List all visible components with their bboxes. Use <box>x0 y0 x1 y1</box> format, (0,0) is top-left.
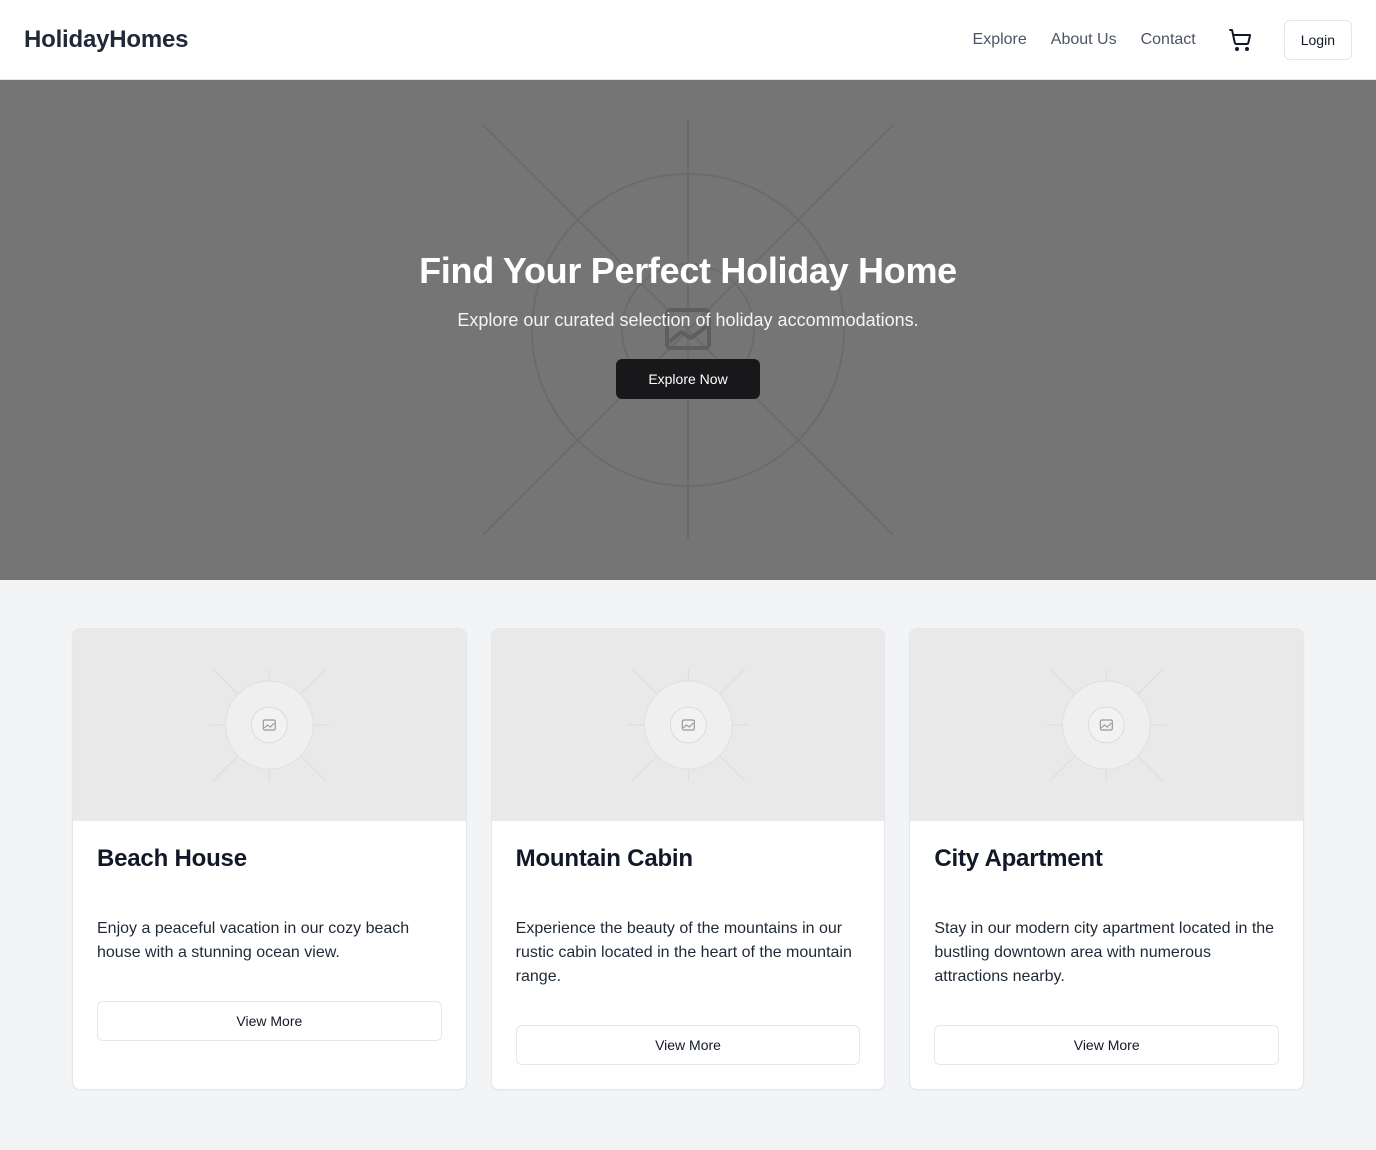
nav-link-contact[interactable]: Contact <box>1141 31 1196 49</box>
main-nav: Explore About Us Contact Login <box>973 19 1352 60</box>
card-description: Experience the beauty of the mountains i… <box>515 920 852 985</box>
card-description: Enjoy a peaceful vacation in our cozy be… <box>97 920 410 961</box>
view-more-button[interactable]: View More <box>97 1001 442 1041</box>
image-placeholder-icon <box>209 668 330 782</box>
nav-link-about-us[interactable]: About Us <box>1051 31 1117 49</box>
card-title: City Apartment <box>934 845 1103 872</box>
cart-button[interactable] <box>1226 26 1254 54</box>
image-placeholder-icon <box>1046 668 1167 782</box>
card-title: Mountain Cabin <box>515 845 693 872</box>
listing-card-beach-house: Beach House Enjoy a peaceful vacation in… <box>72 628 467 1090</box>
login-button[interactable]: Login <box>1283 19 1352 60</box>
hero-subtitle: Explore our curated selection of holiday… <box>457 310 919 330</box>
shopping-cart-icon <box>1228 28 1251 51</box>
card-body: Beach House Enjoy a peaceful vacation in… <box>73 821 466 1065</box>
image-placeholder-icon <box>628 668 748 782</box>
explore-now-button[interactable]: Explore Now <box>616 359 760 399</box>
card-body: City Apartment Stay in our modern city a… <box>910 821 1303 1089</box>
card-title: Beach House <box>97 845 247 872</box>
hero-title: Find Your Perfect Holiday Home <box>419 250 957 291</box>
hero-content: Find Your Perfect Holiday Home Explore o… <box>419 250 957 399</box>
card-image-placeholder <box>491 629 885 821</box>
nav-link-explore[interactable]: Explore <box>973 31 1027 49</box>
hero-section: Find Your Perfect Holiday Home Explore o… <box>0 80 1376 580</box>
view-more-button[interactable]: View More <box>515 1025 861 1065</box>
card-image-placeholder <box>910 629 1304 821</box>
listing-card-city-apartment: City Apartment Stay in our modern city a… <box>909 628 1305 1090</box>
card-body: Mountain Cabin Experience the beauty of … <box>492 821 885 1089</box>
site-header: HolidayHomes Explore About Us Contact Lo… <box>0 0 1376 80</box>
card-image-placeholder <box>73 629 466 821</box>
brand-logo[interactable]: HolidayHomes <box>24 26 189 54</box>
listing-cards: Beach House Enjoy a peaceful vacation in… <box>0 580 1376 1090</box>
card-description: Stay in our modern city apartment locate… <box>934 920 1275 985</box>
listing-card-mountain-cabin: Mountain Cabin Experience the beauty of … <box>490 628 886 1090</box>
view-more-button[interactable]: View More <box>934 1025 1280 1065</box>
